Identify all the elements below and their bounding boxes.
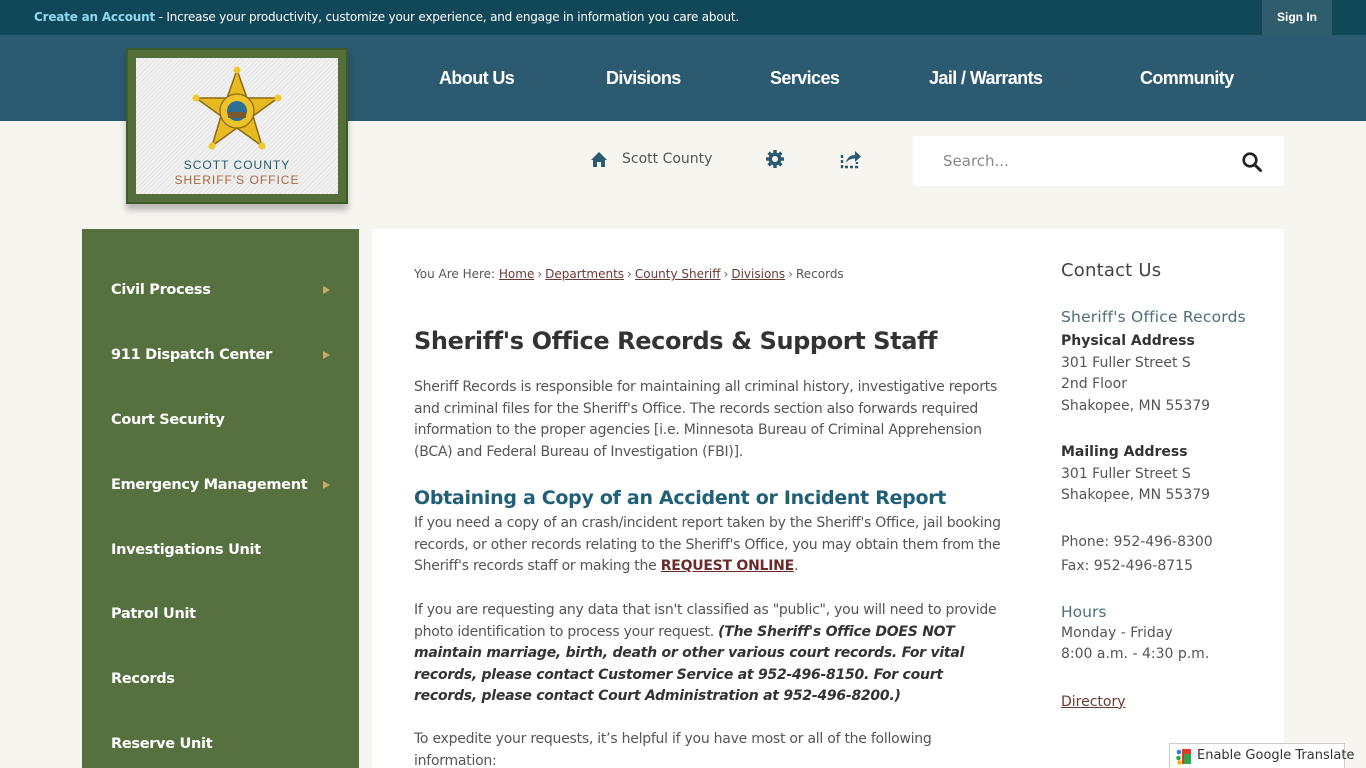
contact-panel: Contact Us Sheriff's Office Records Phys… (1061, 260, 1281, 710)
nav-about-us[interactable]: About Us (439, 68, 515, 89)
breadcrumb-current: Records (795, 267, 844, 281)
mailing-address-line: Shakopee, MN 55379 (1061, 487, 1211, 503)
nav-divisions[interactable]: Divisions (606, 68, 681, 89)
search-box (913, 136, 1284, 186)
breadcrumb-separator: › (723, 267, 729, 281)
breadcrumb-separator: › (627, 267, 632, 281)
section-heading: Obtaining a Copy of an Accident or Incid… (414, 487, 947, 509)
page-title: Sheriff's Office Records & Support Staff (414, 327, 938, 355)
sidebar-item-label: Investigations Unit (111, 541, 261, 558)
sheriff-badge-icon (192, 66, 282, 150)
expedite-paragraph: To expedite your requests, it’s helpful … (414, 731, 932, 768)
google-translate-button[interactable]: Enable Google Translate (1169, 743, 1354, 768)
breadcrumb-separator: › (537, 267, 543, 281)
breadcrumb-county-sheriff[interactable]: County Sheriff (635, 267, 721, 281)
hours-title: Hours (1061, 602, 1107, 621)
sidebar-item-label: 911 Dispatch Center (111, 346, 273, 363)
google-translate-label: Enable Google Translate (1197, 748, 1355, 763)
intro-paragraph: Sheriff Records is responsible for maint… (414, 379, 997, 460)
sidebar-nav: Civil Process 911 Dispatch Center Court … (82, 229, 359, 768)
sidebar-item-label: Civil Process (111, 281, 211, 298)
physical-address-line: 2nd Floor (1061, 376, 1127, 392)
chevron-right-icon[interactable] (323, 480, 330, 489)
sidebar-item-label: Court Security (111, 411, 225, 428)
fax-number: Fax: 952-496-8715 (1061, 558, 1193, 574)
sidebar-item-label: Reserve Unit (111, 735, 213, 752)
physical-address-line: Shakopee, MN 55379 (1061, 397, 1211, 414)
mailing-address-label: Mailing Address (1061, 444, 1188, 460)
settings-button[interactable] (765, 145, 785, 173)
breadcrumb: You Are Here: Home › Departments › County Sh… (414, 267, 844, 281)
google-translate-icon (1176, 749, 1191, 765)
chevron-right-icon[interactable] (323, 350, 330, 359)
hours-days: Monday - Friday (1061, 624, 1173, 641)
hours-time: 8:00 a.m. - 4:30 p.m. (1061, 646, 1210, 662)
contact-title: Contact Us (1061, 260, 1162, 281)
chevron-right-icon[interactable] (323, 285, 330, 294)
breadcrumb-prefix: You Are Here: (414, 267, 496, 281)
contact-name: Sheriff's Office Records (1061, 308, 1246, 326)
gear-icon (766, 150, 784, 168)
physical-address-line: 301 Fuller Street S (1061, 354, 1191, 371)
logo-text-office: SHERIFF'S OFFICE (174, 173, 300, 187)
home-link[interactable]: Scott County (590, 145, 712, 173)
breadcrumb-separator: › (788, 267, 793, 281)
sidebar-item-records[interactable]: Records (82, 646, 359, 711)
breadcrumb-home[interactable]: Home (499, 267, 534, 281)
nav-jail-warrants[interactable]: Jail / Warrants (929, 68, 1043, 89)
search-icon[interactable] (1241, 151, 1263, 173)
sidebar-item-civil-process[interactable]: Civil Process (82, 257, 359, 322)
directory-link[interactable]: Directory (1061, 694, 1126, 710)
sidebar-item-patrol-unit[interactable]: Patrol Unit (82, 581, 359, 646)
physical-address-label: Physical Address (1061, 333, 1195, 349)
top-bar: Create an Account - Increase your produc… (0, 0, 1366, 35)
search-input[interactable] (913, 136, 1233, 186)
sidebar-item-label: Records (111, 670, 175, 687)
request-online-link[interactable]: REQUEST ONLINE (661, 558, 794, 574)
logo-panel: SCOTT COUNTY SHERIFF'S OFFICE (136, 58, 338, 194)
logo-text-county: SCOTT COUNTY (183, 158, 291, 172)
mailing-address-line: 301 Fuller Street S (1061, 465, 1191, 482)
promo-text: - Increase your productivity, customize … (155, 10, 740, 24)
share-icon (840, 151, 861, 169)
sign-in-button[interactable]: Sign In (1262, 0, 1332, 35)
sidebar-item-911-dispatch-center[interactable]: 911 Dispatch Center (82, 322, 359, 387)
nav-services[interactable]: Services (770, 68, 840, 89)
nav-community[interactable]: Community (1140, 68, 1234, 89)
create-account-link[interactable]: Create an Account (34, 10, 155, 24)
report-paragraph: If you need a copy of an crash/incident … (414, 513, 1004, 578)
home-icon (591, 151, 607, 167)
phone-number: Phone: 952-496-8300 (1061, 533, 1213, 550)
breadcrumb-departments[interactable]: Departments (545, 267, 624, 281)
sidebar-item-investigations-unit[interactable]: Investigations Unit (82, 517, 359, 582)
sidebar-item-label: Emergency Management (111, 476, 308, 493)
report-paragraph-end: . (793, 558, 799, 574)
sidebar-item-label: Patrol Unit (111, 605, 196, 622)
identification-paragraph: If you are requesting any data that isn'… (414, 600, 1004, 708)
sidebar-item-reserve-unit[interactable]: Reserve Unit (82, 711, 359, 768)
site-logo[interactable]: SCOTT COUNTY SHERIFF'S OFFICE (126, 48, 348, 204)
sidebar-item-court-security[interactable]: Court Security (82, 387, 359, 452)
sidebar-item-emergency-management[interactable]: Emergency Management (82, 452, 359, 517)
share-button[interactable] (840, 145, 862, 173)
breadcrumb-divisions[interactable]: Divisions (731, 267, 785, 281)
account-promo: Create an Account - Increase your produc… (34, 10, 739, 24)
home-link-label: Scott County (622, 151, 713, 167)
